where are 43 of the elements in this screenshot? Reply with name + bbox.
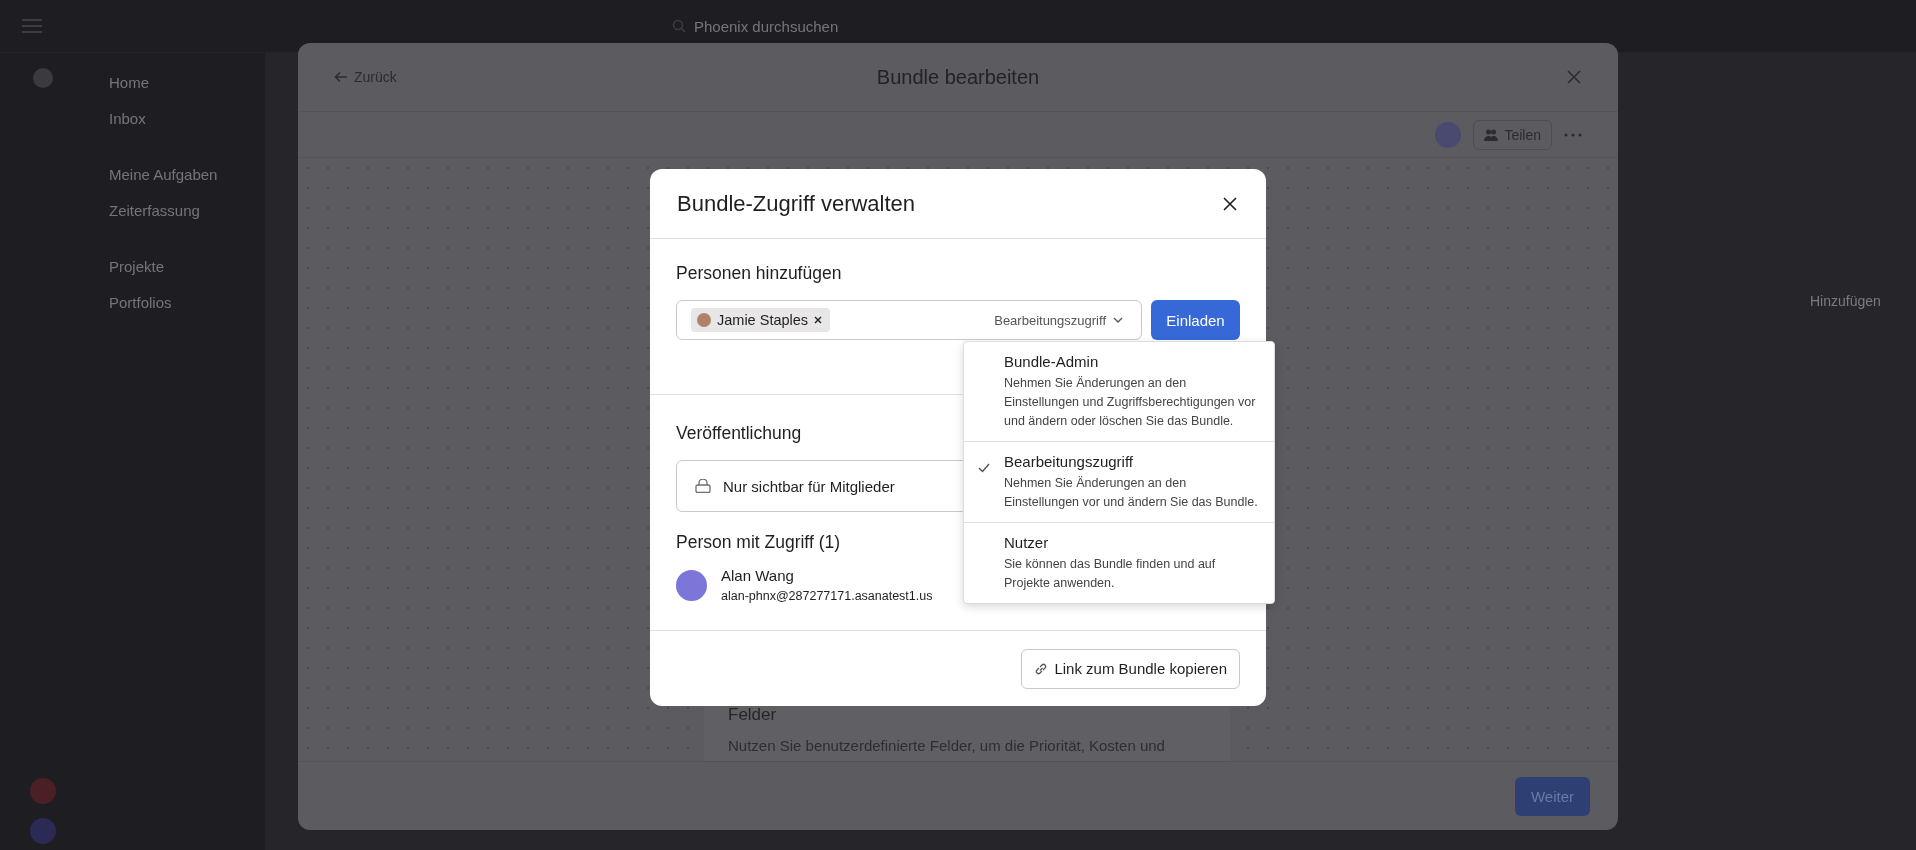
option-description: Sie können das Bundle finden und auf Projekte anwenden.	[1004, 556, 1217, 592]
more-icon[interactable]	[1564, 132, 1582, 137]
option-label: Nutzer	[1004, 534, 1050, 551]
option-label: Bundle-Admin	[1004, 353, 1100, 370]
sidebar-item[interactable]: Home	[109, 65, 149, 101]
caret-icon	[1113, 317, 1123, 323]
menu-item[interactable]: Bearbeitungszugriff Nehmen Sie Änderungen an den Einstellungen vor und ändern Sie das Bundle.	[964, 442, 1274, 523]
member-email: alan-phnx@287277171.asanatest1.us	[721, 589, 933, 603]
option-description: Nehmen Sie Änderungen an den Einstellungen und Zugriffsberechtigungen vor und ändern oder löschen Sie das Bundle.	[1004, 375, 1257, 430]
access-dropdown[interactable]: Bearbeitungszugriff	[994, 312, 1123, 328]
people-icon	[1484, 128, 1499, 141]
menu-icon[interactable]	[22, 19, 42, 33]
sidebar-item[interactable]: Portfolios	[109, 285, 172, 321]
sidebar-item[interactable]: Zeiterfassung	[109, 193, 200, 229]
sidebar-item[interactable]: Inbox	[109, 101, 146, 137]
person-chip[interactable]: Jamie Staples	[691, 308, 831, 332]
card-title: Felder	[728, 705, 778, 725]
people-input-field[interactable]: Jamie Staples Bearbeitungszugriff	[676, 300, 1142, 340]
search-field[interactable]: Phoenix durchsuchen	[672, 17, 839, 35]
copy-link-button[interactable]: Link zum Bundle kopieren	[1021, 648, 1240, 689]
avatar-icon	[697, 313, 711, 327]
remove-icon[interactable]	[814, 316, 823, 324]
menu-item[interactable]: Nutzer Sie können das Bundle finden und auf Projekte anwenden.	[964, 523, 1274, 603]
avatar-icon[interactable]	[29, 818, 56, 844]
section-heading: Person mit Zugriff (1)	[676, 532, 841, 553]
section-heading: Personen hinzufügen	[676, 263, 842, 284]
person-name: Jamie Staples	[717, 312, 809, 328]
sidebar-item[interactable]: Meine Aufgaben	[109, 157, 218, 193]
arrow-left-icon	[334, 71, 348, 83]
avatar	[676, 569, 707, 601]
add-link[interactable]: Hinzufügen	[1810, 293, 1881, 309]
check-icon	[978, 463, 990, 473]
dialog-title: Bundle-Zugriff verwalten	[677, 190, 916, 217]
invite-button[interactable]: Einladen	[1151, 300, 1240, 340]
window-title: Bundle bearbeiten	[875, 65, 1041, 89]
section-heading: Veröffentlichung	[676, 423, 802, 444]
sidebar-item[interactable]: Projekte	[109, 249, 165, 285]
search-icon	[672, 19, 686, 33]
link-icon	[1034, 661, 1049, 676]
next-button[interactable]: Weiter	[1514, 776, 1590, 816]
member-name: Alan Wang	[721, 567, 795, 584]
lock-icon	[695, 479, 711, 493]
close-icon[interactable]	[1223, 196, 1237, 211]
